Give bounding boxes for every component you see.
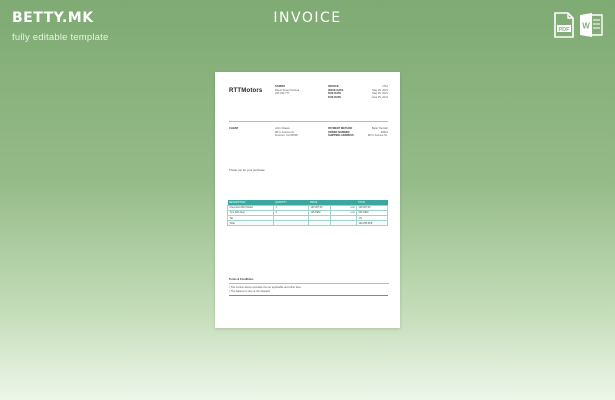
- terms-section: Terms & Conditions • The invoice above e…: [229, 278, 389, 293]
- cell-quantity: [273, 220, 309, 227]
- client-city: Fremont, CA 94538: [275, 134, 298, 138]
- table-row-total: Total 100 256,58 €: [227, 220, 388, 227]
- line-items-table: DESCRIPTION QUANTITY PRICE TOTAL Chevrol…: [227, 200, 388, 227]
- pdf-label: PDF: [559, 27, 571, 33]
- seller-phone: 222 333 777: [275, 92, 290, 96]
- payment-labels: PAYMENT METHOD ORDER NUMBER SHIPPING ADD…: [328, 127, 354, 138]
- payment-values: Bank Transfer #2512 98 N. Avenue St.,: [360, 127, 388, 138]
- shipping-address: 98 N. Avenue St.,: [367, 134, 388, 138]
- cell-total: 100 256,58 €: [356, 220, 388, 227]
- pdf-file-icon[interactable]: PDF: [553, 12, 575, 38]
- invoice-meta-labels: INVOICE ISSUE DATE DUE DATE DUE DATE: [328, 85, 343, 99]
- divider: [229, 121, 388, 122]
- company-name: RTTMotors: [229, 88, 263, 94]
- cell-description: Total: [227, 220, 274, 227]
- client-info: John Ottawa 98 N. Avenue St. Fremont, CA…: [275, 127, 298, 138]
- terms-title: Terms & Conditions: [229, 278, 254, 281]
- word-label: W: [582, 22, 590, 31]
- file-format-icons: PDF W: [553, 12, 603, 38]
- terms-line: • The balance is due at the dispatch: [229, 289, 271, 293]
- seller-info: SARRIO Ranet Street Ventura 222 333 777: [275, 85, 299, 96]
- due-date-2: June 25, 2021: [371, 95, 388, 99]
- shipping-address-label: SHIPPING ADDRESS: [328, 134, 354, 138]
- word-file-icon[interactable]: W: [579, 12, 603, 38]
- page-title: INVOICE: [273, 10, 342, 26]
- invoice-meta-values: 1712 May 25, 2021 May 25, 2021 June 25, …: [360, 85, 388, 99]
- client-label: CLIENT: [229, 127, 238, 131]
- due-date-label-2: DUE DATE: [328, 95, 342, 99]
- thank-you-note: Thank you for your purchase.: [229, 168, 266, 172]
- terms-divider: [229, 283, 389, 284]
- cell-unit: [330, 220, 357, 227]
- footer-divider: [229, 295, 388, 296]
- brand-tagline: fully editable template: [12, 32, 109, 43]
- invoice-preview[interactable]: RTTMotors SARRIO Ranet Street Ventura 22…: [215, 72, 400, 328]
- client-heading: CLIENT: [229, 127, 239, 130]
- cell-price: [308, 220, 331, 227]
